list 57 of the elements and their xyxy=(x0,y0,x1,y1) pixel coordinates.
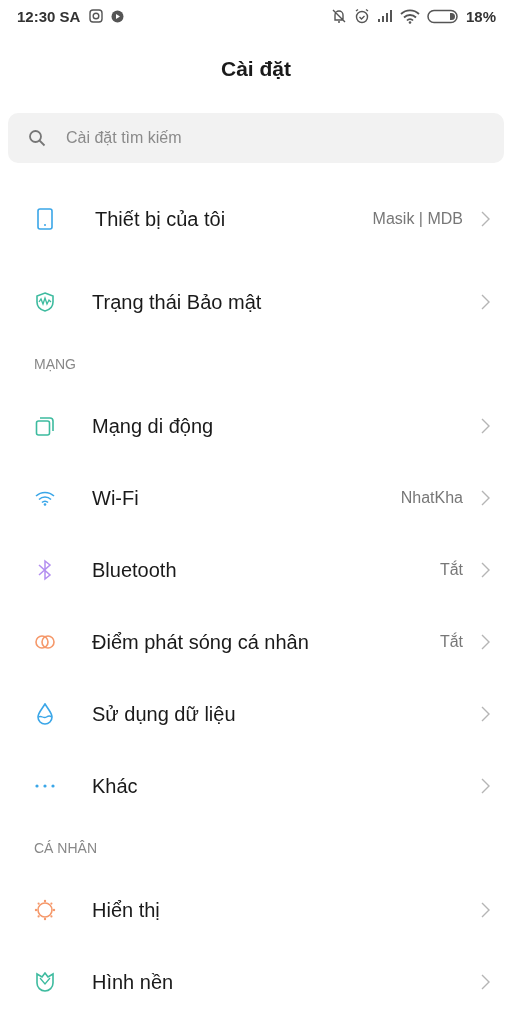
section-header: MẠNG xyxy=(34,356,76,372)
item-label: Khác xyxy=(92,774,139,798)
item-label: Trạng thái Bảo mật xyxy=(92,290,263,314)
settings-item[interactable]: Hình nền xyxy=(0,946,512,1018)
item-label: Hình nền xyxy=(92,970,175,994)
item-value: Masik | MDB xyxy=(372,210,463,228)
sun-icon xyxy=(34,899,56,921)
chevron-icon xyxy=(481,562,490,578)
drop-icon xyxy=(36,703,54,725)
chevron-icon xyxy=(481,902,490,918)
chevron-icon xyxy=(481,418,490,434)
chevron-icon xyxy=(481,211,490,227)
item-value: Tắt xyxy=(439,561,463,579)
shield-icon xyxy=(35,292,55,312)
item-label: Thiết bị của tôi xyxy=(95,207,227,231)
play-icon xyxy=(110,9,126,23)
search-field[interactable]: Cài đặt tìm kiếm xyxy=(8,113,504,163)
chevron-icon xyxy=(481,706,490,722)
section-header: CÁ NHÂN xyxy=(34,840,97,856)
chevron-icon xyxy=(481,634,490,650)
chevron-icon xyxy=(481,778,490,794)
item-label: Wi-Fi xyxy=(92,486,140,510)
settings-item[interactable]: Bluetooth Tắt xyxy=(0,534,512,606)
settings-item[interactable]: Thiết bị của tôi Masik | MDB xyxy=(0,183,512,255)
status-time: 12:30 SA xyxy=(17,7,81,25)
settings-item[interactable]: Điểm phát sóng cá nhân Tắt xyxy=(0,606,512,678)
muted-bell-icon xyxy=(330,8,347,24)
bluetooth-icon xyxy=(37,559,53,581)
settings-item[interactable]: Sử dụng dữ liệu xyxy=(0,678,512,750)
more-icon xyxy=(35,784,55,788)
tulip-icon xyxy=(35,972,55,992)
chevron-icon xyxy=(481,974,490,990)
chevron-icon xyxy=(481,490,490,506)
item-label: Điểm phát sóng cá nhân xyxy=(92,630,310,654)
alarm-icon xyxy=(353,8,370,24)
item-label: Mạng di động xyxy=(92,414,215,438)
item-label: Sử dụng dữ liệu xyxy=(92,702,237,726)
item-value: NhatKha xyxy=(400,489,463,507)
settings-item[interactable]: Hiển thị xyxy=(0,874,512,946)
wifi-icon xyxy=(399,8,420,24)
rings-icon xyxy=(34,634,56,650)
chevron-icon xyxy=(481,294,490,310)
item-label: Hiển thị xyxy=(92,898,161,922)
cards-icon xyxy=(35,416,55,436)
settings-item[interactable]: Mạng di động xyxy=(0,390,512,462)
battery-icon xyxy=(426,8,459,24)
camera-icon xyxy=(89,9,104,23)
item-label: Bluetooth xyxy=(92,558,178,582)
page-title: Cài đặt xyxy=(220,56,292,82)
item-value: Tắt xyxy=(439,633,463,651)
signal-icon xyxy=(376,9,393,23)
phone-icon xyxy=(37,208,53,230)
wifi-icon xyxy=(35,490,55,506)
settings-item[interactable]: Wi-Fi NhatKha xyxy=(0,462,512,534)
battery-percent: 18% xyxy=(465,7,496,25)
settings-item[interactable]: Khác xyxy=(0,750,512,822)
settings-item[interactable]: Trạng thái Bảo mật xyxy=(0,266,512,338)
